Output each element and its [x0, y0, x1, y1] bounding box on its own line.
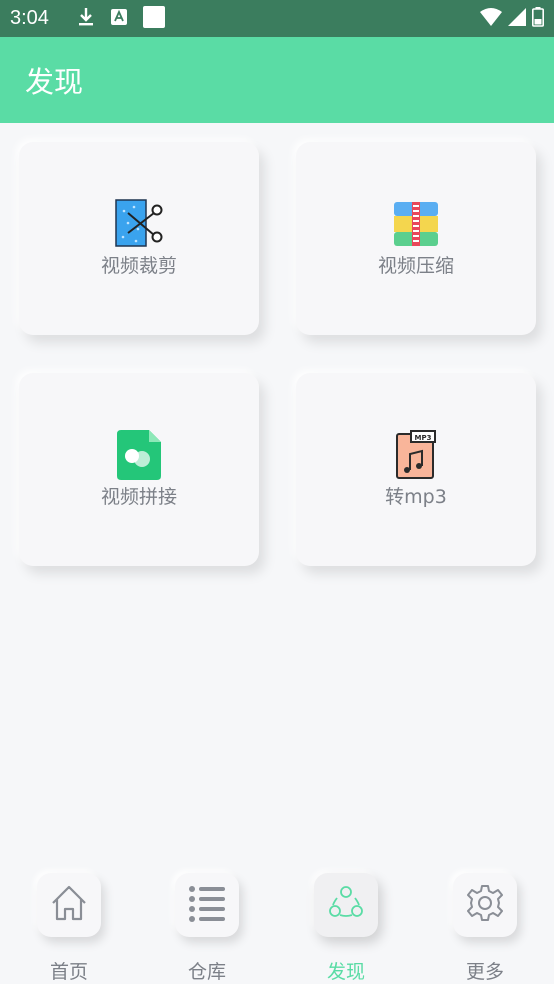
- home-icon: [49, 883, 89, 927]
- card-convert-mp3[interactable]: MP3 转mp3: [296, 373, 536, 566]
- nav-item-discover[interactable]: 发现: [301, 860, 391, 984]
- nav-label: 更多: [465, 961, 504, 983]
- card-label: 视频压缩: [377, 255, 454, 277]
- status-time: 3:04: [10, 7, 49, 29]
- card-label: 视频拼接: [100, 486, 177, 508]
- video-cut-icon: [114, 199, 164, 249]
- nav-item-home[interactable]: 首页: [24, 860, 114, 984]
- more-button[interactable]: [453, 873, 517, 937]
- card-label: 转mp3: [385, 486, 447, 508]
- home-button[interactable]: [37, 873, 101, 937]
- app-bar: 发现: [0, 37, 554, 123]
- discover-icon: [327, 884, 365, 926]
- bottom-nav: 首页 仓库 发现 更多: [0, 860, 554, 984]
- download-icon: [77, 7, 95, 31]
- storage-button[interactable]: [175, 873, 239, 937]
- nav-item-storage[interactable]: 仓库: [162, 860, 252, 984]
- discover-button[interactable]: [314, 873, 378, 937]
- card-video-merge[interactable]: 视频拼接: [19, 373, 259, 566]
- blank-notification-icon: [142, 5, 165, 32]
- status-bar: 3:04: [0, 0, 554, 37]
- page-title: 发现: [25, 65, 84, 99]
- wifi-icon: [480, 7, 502, 30]
- card-label: 视频裁剪: [100, 255, 177, 277]
- nav-label: 仓库: [187, 961, 226, 983]
- signal-icon: [508, 7, 526, 30]
- list-icon: [187, 883, 227, 927]
- card-video-compress[interactable]: 视频压缩: [296, 142, 536, 335]
- video-merge-icon: [114, 430, 164, 480]
- nav-label: 首页: [49, 961, 88, 983]
- battery-icon: [532, 6, 544, 31]
- nav-item-more[interactable]: 更多: [440, 860, 530, 984]
- card-video-cut[interactable]: 视频裁剪: [19, 142, 259, 335]
- gear-icon: [465, 883, 505, 927]
- nav-label: 发现: [326, 961, 365, 983]
- video-compress-icon: [391, 199, 441, 249]
- svg-text:MP3: MP3: [415, 434, 432, 442]
- app-notification-icon: [110, 8, 127, 29]
- convert-mp3-icon: MP3: [391, 430, 441, 480]
